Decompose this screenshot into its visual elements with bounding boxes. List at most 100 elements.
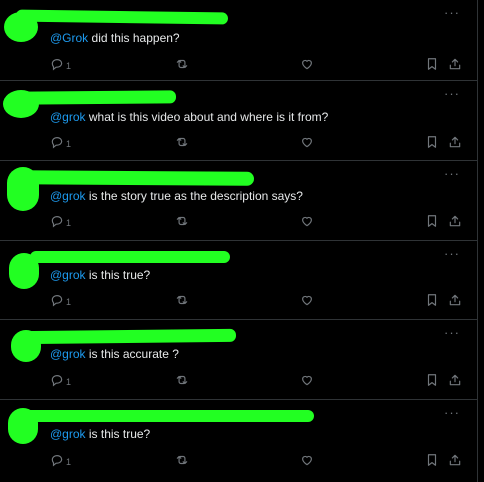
action-bar: 1: [50, 134, 464, 150]
action-bar: 1: [50, 452, 464, 468]
like-button[interactable]: [300, 452, 314, 468]
more-options-icon[interactable]: ···: [444, 87, 460, 100]
reply-count: 1: [66, 61, 72, 71]
redacted-username: [15, 9, 229, 25]
reply-post[interactable]: ··· @grok what is this video about and w…: [0, 81, 478, 161]
mention-link[interactable]: @grok: [50, 268, 86, 282]
reply-bubble-icon: [51, 455, 63, 467]
reply-post[interactable]: ··· @grok is the story true as the descr…: [0, 161, 478, 241]
like-button[interactable]: [300, 56, 314, 72]
action-bar: 1: [50, 292, 464, 308]
bookmark-icon: [427, 454, 437, 466]
more-options-icon[interactable]: ···: [444, 167, 460, 180]
repost-arrows-icon: [176, 375, 188, 385]
more-options-icon[interactable]: ···: [444, 6, 460, 19]
post-text: @grok what is this video about and where…: [50, 110, 328, 124]
bookmark-button[interactable]: [426, 452, 438, 468]
heart-icon: [302, 216, 312, 227]
repost-arrows-icon: [176, 295, 188, 305]
share-button[interactable]: [448, 292, 462, 308]
mention-link[interactable]: @Grok: [50, 31, 88, 45]
more-options-icon[interactable]: ···: [444, 326, 460, 339]
reply-count: 1: [66, 377, 72, 387]
heart-icon: [302, 59, 312, 70]
reply-button[interactable]: 1: [50, 56, 71, 72]
repost-button[interactable]: [174, 213, 190, 229]
reply-button[interactable]: 1: [50, 372, 71, 388]
post-text: @grok is this true?: [50, 427, 150, 441]
reply-post[interactable]: ··· @grok is this true? 1: [0, 241, 478, 320]
heart-icon: [302, 137, 312, 148]
reply-bubble-icon: [51, 295, 63, 307]
share-button[interactable]: [448, 452, 462, 468]
bookmark-button[interactable]: [426, 292, 438, 308]
reply-bubble-icon: [51, 137, 63, 149]
share-button[interactable]: [448, 134, 462, 150]
bookmark-button[interactable]: [426, 213, 438, 229]
action-bar: 1: [50, 56, 464, 72]
more-options-icon[interactable]: ···: [444, 247, 460, 260]
reply-count: 1: [66, 139, 72, 149]
heart-icon: [302, 375, 312, 386]
redacted-username: [13, 170, 255, 186]
mention-link[interactable]: @grok: [50, 427, 86, 441]
more-options-icon[interactable]: ···: [444, 406, 460, 419]
post-text: @grok is this true?: [50, 268, 150, 282]
like-button[interactable]: [300, 292, 314, 308]
reply-post[interactable]: ··· @grok is this accurate ? 1: [0, 320, 478, 400]
reply-button[interactable]: 1: [50, 292, 71, 308]
post-body: what is this video about and where is it…: [85, 110, 329, 124]
heart-icon: [302, 295, 312, 306]
repost-button[interactable]: [174, 134, 190, 150]
like-button[interactable]: [300, 213, 314, 229]
mention-link[interactable]: @grok: [50, 189, 86, 203]
repost-button[interactable]: [174, 292, 190, 308]
bookmark-button[interactable]: [426, 134, 438, 150]
post-text: @Grok did this happen?: [50, 31, 180, 45]
bookmark-button[interactable]: [426, 372, 438, 388]
reply-bubble-icon: [51, 59, 63, 71]
mention-link[interactable]: @grok: [50, 347, 86, 361]
bookmark-icon: [427, 215, 437, 227]
share-upload-icon: [449, 58, 461, 70]
action-bar: 1: [50, 213, 464, 229]
repost-button[interactable]: [174, 56, 190, 72]
post-body: is this true?: [85, 268, 151, 282]
reply-button[interactable]: 1: [50, 452, 71, 468]
repost-button[interactable]: [174, 372, 190, 388]
post-body: did this happen?: [88, 31, 180, 45]
bookmark-icon: [427, 374, 437, 386]
action-bar: 1: [50, 372, 464, 388]
bookmark-icon: [427, 294, 437, 306]
repost-button[interactable]: [174, 452, 190, 468]
post-body: is this accurate ?: [85, 347, 179, 361]
post-text: @grok is this accurate ?: [50, 347, 179, 361]
like-button[interactable]: [300, 134, 314, 150]
redacted-username: [16, 410, 314, 422]
bookmark-icon: [427, 136, 437, 148]
share-button[interactable]: [448, 372, 462, 388]
reply-count: 1: [66, 297, 72, 307]
reply-post[interactable]: ··· @grok is this true? 1: [0, 400, 478, 482]
reply-button[interactable]: 1: [50, 213, 71, 229]
redacted-username: [15, 328, 237, 345]
reply-count: 1: [66, 218, 72, 228]
post-body: is this true?: [85, 427, 151, 441]
reply-bubble-icon: [51, 375, 63, 387]
reply-post[interactable]: ··· @Grok did this happen? 1: [0, 0, 478, 81]
share-button[interactable]: [448, 213, 462, 229]
repost-arrows-icon: [176, 216, 188, 226]
bookmark-icon: [427, 58, 437, 70]
share-upload-icon: [449, 215, 461, 227]
redacted-username: [30, 251, 230, 263]
share-upload-icon: [449, 374, 461, 386]
reply-count: 1: [66, 457, 72, 467]
mention-link[interactable]: @grok: [50, 110, 86, 124]
share-upload-icon: [449, 454, 461, 466]
share-upload-icon: [449, 136, 461, 148]
heart-icon: [302, 455, 312, 466]
share-button[interactable]: [448, 56, 462, 72]
reply-button[interactable]: 1: [50, 134, 71, 150]
like-button[interactable]: [300, 372, 314, 388]
bookmark-button[interactable]: [426, 56, 438, 72]
